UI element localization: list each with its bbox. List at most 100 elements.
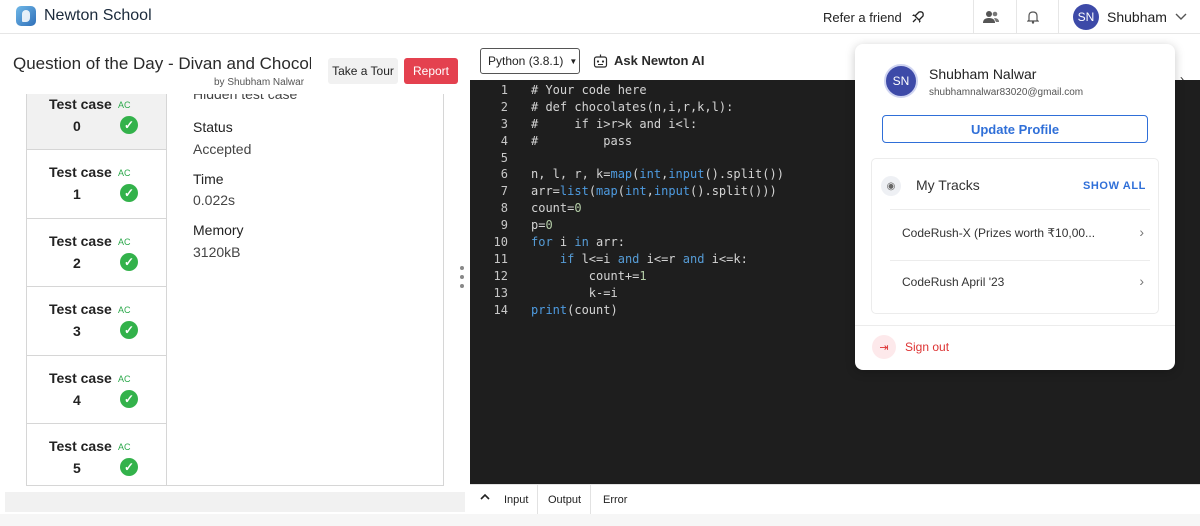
rocket-icon (911, 11, 924, 23)
testcase-item[interactable]: Test case AC 4 ✓ (27, 355, 167, 424)
logout-icon: ⇥ (872, 335, 896, 359)
testcase-number: 2 (73, 254, 81, 271)
language-select[interactable]: Python (3.8.1) ▼ (480, 48, 580, 74)
line-number: 10 (493, 235, 508, 250)
testcase-item[interactable]: Test case AC 5 ✓ (27, 423, 167, 485)
line-number: 8 (500, 201, 508, 216)
refer-friend-link[interactable]: Refer a friend (823, 9, 926, 25)
testcase-item[interactable]: Test case AC 0 ✓ (27, 94, 167, 151)
testcase-label: Test case (49, 232, 112, 249)
testcase-number: 3 (73, 323, 81, 340)
resize-handle[interactable] (459, 266, 465, 288)
track-name: CodeRush April '23 (902, 275, 1005, 289)
line-number: 6 (500, 167, 508, 182)
brand-logo[interactable]: Newton School (16, 6, 152, 26)
divider (1058, 0, 1059, 34)
language-value: Python (3.8.1) (488, 54, 564, 68)
avatar: SN (1073, 4, 1099, 30)
line-text: # pass (531, 133, 633, 148)
refer-label: Refer a friend (823, 9, 902, 25)
top-bar: Newton School Refer a friend SN Shubham (0, 0, 1200, 34)
testcase-label: Test case (49, 369, 112, 386)
track-name: CodeRush-X (Prizes worth ₹10,00... (902, 226, 1096, 240)
line-text: count=0 (531, 201, 582, 216)
status-badge: AC (118, 236, 131, 247)
line-text: # def chocolates(n,i,r,k,l): (531, 99, 734, 114)
status-badge: AC (118, 168, 131, 179)
line-text: arr=list(map(int,input().split())) (531, 184, 777, 199)
line-number: 14 (493, 302, 508, 317)
page-footer (0, 514, 1200, 526)
time-value: 0.022s (193, 192, 236, 208)
status-badge: AC (118, 100, 131, 110)
target-icon: ◉ (881, 176, 901, 196)
memory-value: 3120kB (193, 244, 241, 260)
divider (1016, 0, 1017, 34)
update-profile-button[interactable]: Update Profile (882, 115, 1148, 143)
chevron-right-icon[interactable]: › (1180, 72, 1184, 86)
testcase-item[interactable]: Test case AC 2 ✓ (27, 218, 167, 288)
line-number: 2 (500, 99, 508, 114)
my-tracks-card: ◉ My Tracks SHOW ALL CodeRush-X (Prizes … (871, 158, 1159, 314)
memory-label: Memory (193, 222, 244, 238)
line-text: for i in arr: (531, 235, 625, 250)
show-all-link[interactable]: SHOW ALL (1083, 180, 1146, 192)
ask-newton-ai-button[interactable]: Ask Newton AI (593, 53, 705, 68)
notifications-button[interactable] (1018, 5, 1048, 29)
line-text: count+=1 (531, 268, 647, 283)
status-badge: AC (118, 305, 131, 316)
chevron-up-icon[interactable] (480, 493, 490, 501)
status-badge: AC (118, 373, 131, 384)
status-value: Accepted (193, 141, 252, 157)
check-circle-icon: ✓ (120, 457, 138, 476)
check-circle-icon: ✓ (120, 252, 138, 271)
question-author: by Shubham Nalwar (214, 77, 305, 88)
left-panel-footer (5, 492, 465, 512)
testcase-item[interactable]: Test case AC 3 ✓ (27, 287, 167, 356)
question-title: Question of the Day - Divan and Chocola.… (13, 54, 311, 73)
testcase-item[interactable]: Test case AC 1 ✓ (27, 150, 167, 219)
newton-logo-icon (16, 6, 36, 26)
take-a-tour-button[interactable]: Take a Tour (328, 58, 398, 84)
check-circle-icon: ✓ (120, 116, 138, 134)
testcase-number: 5 (73, 459, 81, 476)
user-name: Shubham (1107, 9, 1167, 25)
profile-email: shubhamnalwar83020@gmail.com (929, 87, 1084, 98)
line-number: 11 (493, 251, 508, 266)
testcase-number: 4 (73, 391, 81, 408)
line-number: 12 (493, 268, 508, 283)
check-circle-icon: ✓ (120, 321, 138, 340)
line-text: p=0 (531, 218, 553, 233)
testcase-list: Test case AC 0 ✓ Test case AC 1 ✓ Test c… (27, 94, 167, 485)
sign-out-link[interactable]: Sign out (905, 340, 949, 354)
line-text: # if i>r>k and i<l: (531, 116, 698, 131)
line-text: print(count) (531, 302, 618, 317)
line-text: k-=i (531, 285, 618, 300)
chevron-right-icon: › (1139, 273, 1144, 289)
line-number: 5 (500, 150, 508, 165)
check-circle-icon: ✓ (120, 184, 138, 203)
testcase-results: Test case AC 0 ✓ Test case AC 1 ✓ Test c… (26, 94, 444, 486)
community-button[interactable] (976, 5, 1006, 29)
status-badge: AC (118, 441, 131, 452)
user-menu-toggle[interactable]: SN Shubham (1073, 4, 1187, 30)
tab-error[interactable]: Error (594, 485, 636, 515)
line-number: 9 (500, 218, 508, 233)
report-button[interactable]: Report (404, 58, 458, 84)
testcase-label: Test case (49, 96, 112, 112)
avatar: SN (884, 64, 918, 98)
line-number: 13 (493, 285, 508, 300)
testcase-number: 1 (73, 186, 81, 203)
io-tabs: Input Output Error (470, 484, 1200, 515)
caret-down-icon: ▼ (569, 56, 578, 66)
tab-input[interactable]: Input (495, 485, 539, 515)
line-number: 4 (500, 133, 508, 148)
tab-output[interactable]: Output (539, 485, 592, 515)
profile-name: Shubham Nalwar (929, 66, 1037, 82)
hidden-testcase-note: Hidden test case (193, 94, 298, 102)
line-text: if l<=i and i<=r and i<=k: (559, 251, 748, 266)
users-icon (983, 11, 999, 23)
profile-dropdown: SN Shubham Nalwar shubhamnalwar83020@gma… (855, 44, 1175, 370)
track-item[interactable]: CodeRush April '23 › (872, 259, 1158, 309)
track-item[interactable]: CodeRush-X (Prizes worth ₹10,00... › (872, 210, 1158, 260)
